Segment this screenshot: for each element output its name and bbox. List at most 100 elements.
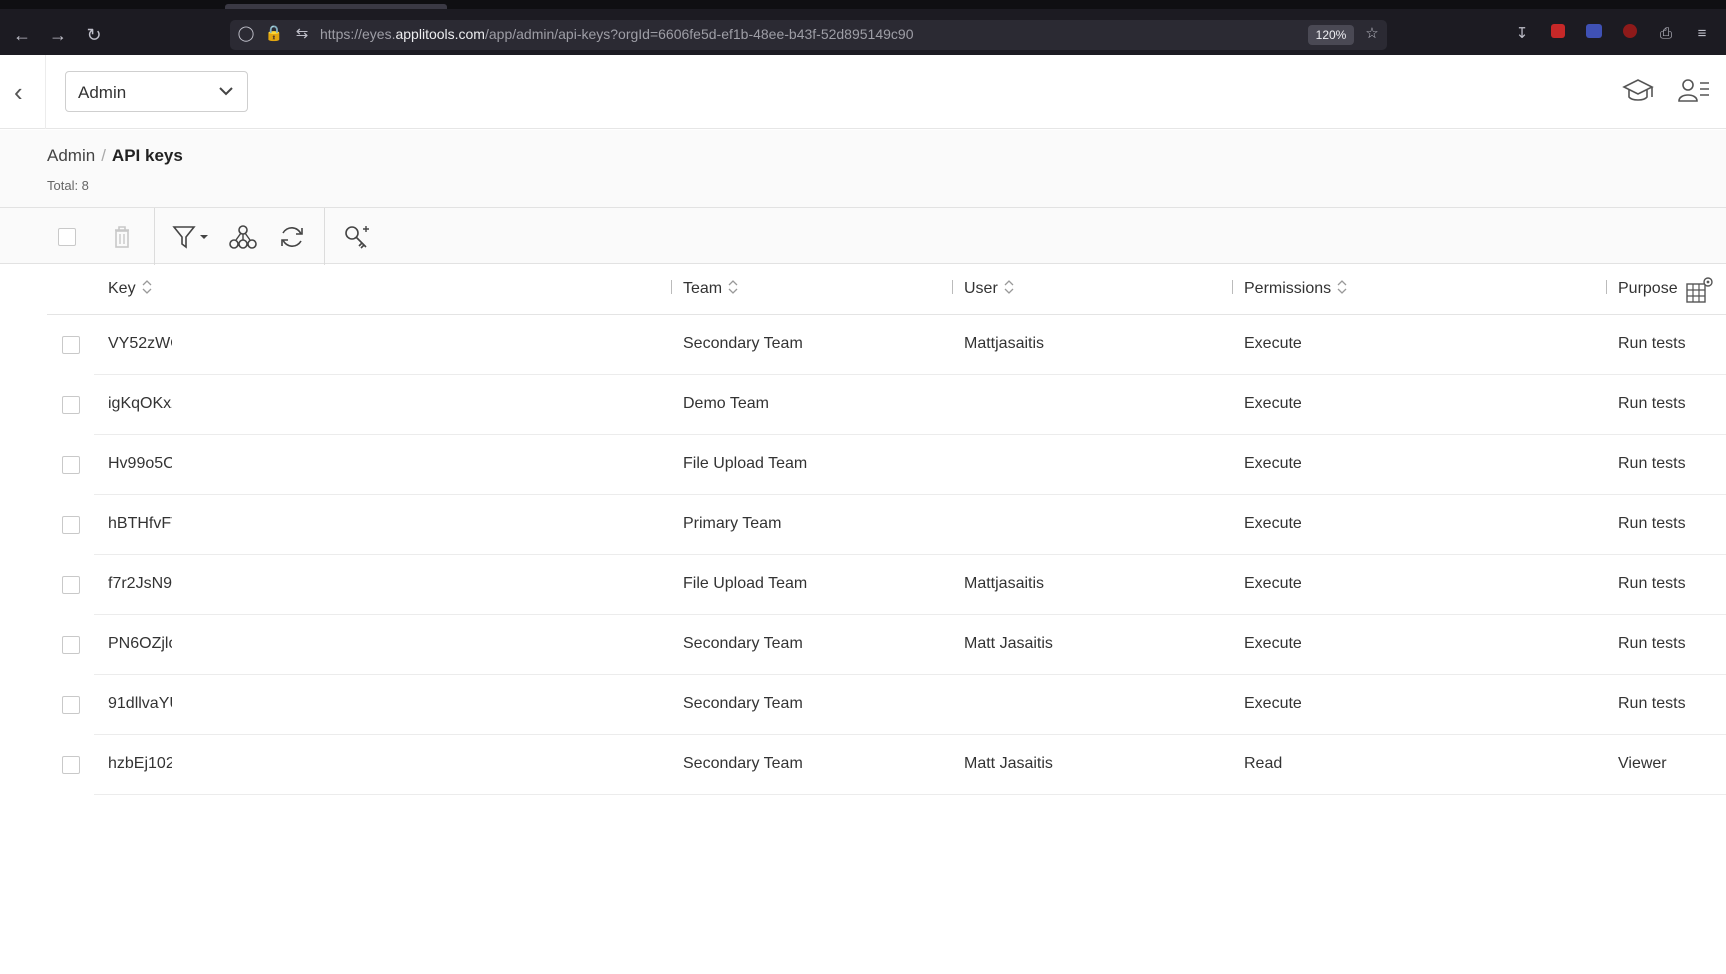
add-key-icon[interactable] [342,222,372,252]
graduation-cap-icon[interactable] [1620,73,1656,109]
team-cell: File Upload Team [683,575,808,592]
row-checkbox[interactable] [62,336,80,354]
shield-icon[interactable]: ◯ [234,22,258,46]
org-select[interactable]: Admin [65,71,248,112]
breadcrumb-separator: / [101,146,106,165]
table-row[interactable]: igKqOKxz Demo Team Execute Run tests [62,375,1726,435]
column-header-user[interactable]: User [964,280,1014,298]
page-title: API keys [111,146,183,165]
column-settings-icon[interactable] [1685,275,1715,305]
team-cell: Secondary Team [683,335,803,352]
table-header: Key Team User Permissions Purpose [47,264,1726,315]
select-all-checkbox[interactable] [58,228,76,246]
key-cell: Hv99o5Cs [108,455,172,472]
downloads-icon[interactable]: ↧ [1510,22,1534,46]
column-resize-handle[interactable] [1232,280,1233,294]
browser-forward-icon[interactable]: → [45,22,71,48]
permissions-cell: Execute [1244,335,1302,352]
user-settings-icon[interactable] [1676,73,1712,109]
table-row[interactable]: VY52zWO Secondary Team Mattjasaitis Exec… [62,315,1726,375]
row-checkbox[interactable] [62,576,80,594]
hierarchy-icon[interactable] [228,222,258,252]
table-row[interactable]: PN6OZjlo Secondary Team Matt Jasaitis Ex… [62,615,1726,675]
sort-icon[interactable] [1337,280,1347,294]
page-header: Admin / API keys Total: 8 [0,130,1726,207]
column-resize-handle[interactable] [671,280,672,294]
purpose-cell: Run tests [1618,395,1686,412]
row-checkbox[interactable] [62,636,80,654]
table-row[interactable]: hzbEj102 Secondary Team Matt Jasaitis Re… [62,735,1726,795]
sort-icon[interactable] [728,280,738,294]
back-button[interactable]: ‹ [0,55,46,129]
url-text[interactable]: https://eyes.applitools.com/app/admin/ap… [320,26,913,42]
sort-icon[interactable] [142,280,152,294]
org-select-value: Admin [78,83,127,102]
sort-icon[interactable] [1004,280,1014,294]
total-count: Total: 8 [47,178,89,193]
column-header-purpose[interactable]: Purpose [1618,280,1678,298]
url-path: /app/admin/api-keys?orgId=6606fe5d-ef1b-… [484,26,914,42]
column-label: Permissions [1244,280,1332,297]
lock-icon[interactable]: 🔒 [262,22,286,46]
permissions-cell: Execute [1244,575,1302,592]
row-checkbox[interactable] [62,696,80,714]
bookmark-star-icon[interactable]: ☆ [1360,22,1384,46]
chevron-left-icon: ‹ [14,77,23,107]
row-checkbox[interactable] [62,456,80,474]
row-checkbox[interactable] [62,756,80,774]
filter-icon[interactable] [170,222,214,252]
permissions-icon[interactable]: ⇆ [290,22,314,46]
table-toolbar [0,207,1726,265]
extension-red-icon[interactable] [1546,22,1570,46]
permissions-cell: Execute [1244,635,1302,652]
column-header-team[interactable]: Team [683,280,738,298]
user-cell: Matt Jasaitis [964,635,1053,652]
column-resize-handle[interactable] [1606,280,1607,294]
trash-icon[interactable] [107,222,137,252]
team-cell: Secondary Team [683,635,803,652]
permissions-cell: Execute [1244,695,1302,712]
active-tab[interactable] [225,4,447,9]
team-cell: Secondary Team [683,755,803,772]
url-domain: applitools.com [395,26,485,42]
column-resize-handle[interactable] [952,280,953,294]
table-row[interactable]: 91dllvaYU Secondary Team Execute Run tes… [62,675,1726,735]
row-checkbox[interactable] [62,516,80,534]
menu-icon[interactable]: ≡ [1690,22,1714,46]
extension-blue-icon[interactable] [1582,22,1606,46]
purpose-cell: Run tests [1618,335,1686,352]
browser-toolbar: ← → ↻ ◯ 🔒 ⇆ https://eyes.applitools.com/… [0,0,1726,55]
refresh-icon[interactable] [277,222,307,252]
toolbar-divider [154,208,155,265]
breadcrumb-admin[interactable]: Admin [47,146,95,165]
extensions-puzzle-icon[interactable]: ⎙ [1654,22,1678,46]
browser-back-icon[interactable]: ← [9,22,35,48]
permissions-cell: Execute [1244,395,1302,412]
table-row[interactable]: Hv99o5Cs File Upload Team Execute Run te… [62,435,1726,495]
user-cell: Mattjasaitis [964,575,1045,592]
purpose-cell: Run tests [1618,455,1686,472]
breadcrumb: Admin / API keys [47,146,183,166]
permissions-cell: Execute [1244,515,1302,532]
purpose-cell: Viewer [1618,755,1667,772]
user-cell: Mattjasaitis [964,335,1045,352]
key-cell: hzbEj102 [108,755,172,772]
key-cell: hBTHfvFT [108,515,172,532]
column-header-key[interactable]: Key [108,280,152,298]
permissions-cell: Read [1244,755,1283,772]
reload-icon[interactable]: ↻ [81,22,107,48]
extension-ublock-icon[interactable] [1618,22,1642,46]
key-cell: PN6OZjlo [108,635,172,652]
zoom-level[interactable]: 120% [1308,25,1354,45]
user-cell: Matt Jasaitis [964,755,1053,772]
column-header-permissions[interactable]: Permissions [1244,280,1347,298]
table-row[interactable]: f7r2JsN9 File Upload Team Mattjasaitis E… [62,555,1726,615]
team-cell: Demo Team [683,395,769,412]
row-checkbox[interactable] [62,396,80,414]
team-cell: File Upload Team [683,455,808,472]
table-row[interactable]: hBTHfvFT Primary Team Execute Run tests [62,495,1726,555]
toolbar-divider [324,208,325,265]
team-cell: Primary Team [683,515,782,532]
key-cell: VY52zWO [108,335,172,352]
key-cell: f7r2JsN9 [108,575,172,592]
